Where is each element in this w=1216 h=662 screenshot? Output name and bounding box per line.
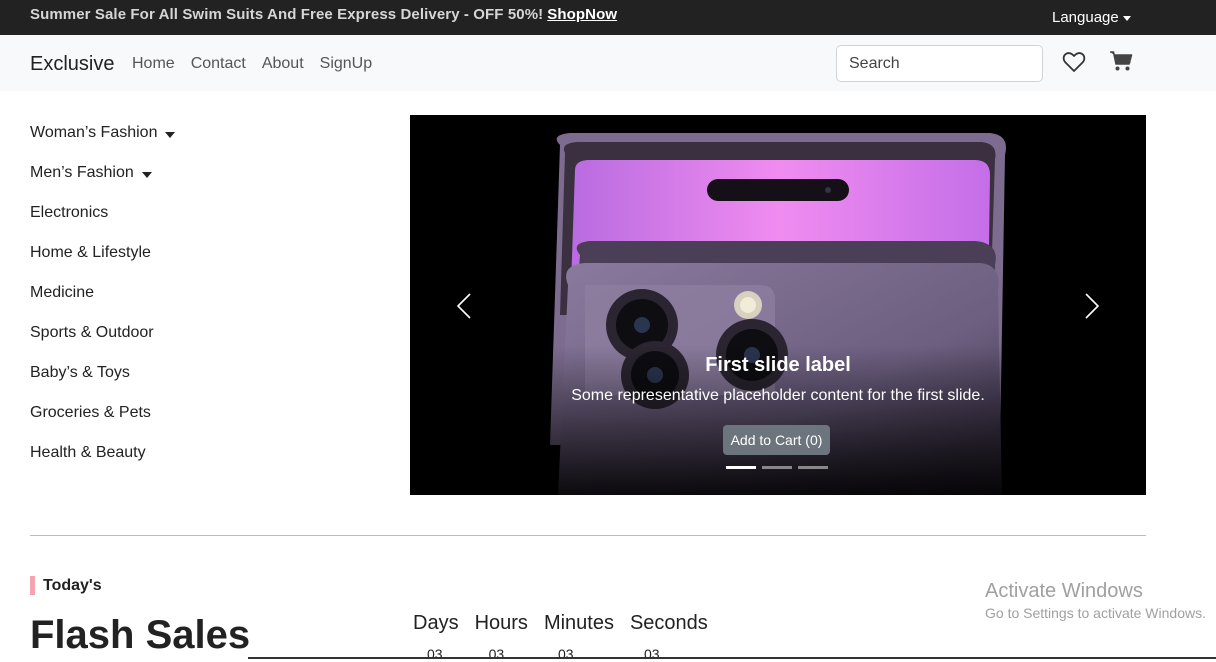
- timer-label: Days: [413, 612, 459, 634]
- nav-link-home[interactable]: Home: [132, 55, 175, 73]
- sidebar-item-label: Electronics: [30, 204, 109, 221]
- carousel-indicators: [726, 466, 828, 469]
- brand-logo[interactable]: Exclusive: [30, 53, 114, 76]
- sidebar-item-mens-fashion[interactable]: Men’s Fashion: [30, 164, 330, 204]
- caret-down-icon: [141, 172, 152, 178]
- timer-days: Days 03: [413, 612, 459, 662]
- nav-link-about[interactable]: About: [262, 55, 304, 73]
- timer-seconds: Seconds 03: [629, 612, 708, 662]
- navbar: Exclusive Home Contact About SignUp: [0, 35, 1216, 91]
- today-accent-bar: [30, 576, 35, 595]
- shop-now-link[interactable]: ShopNow: [547, 6, 617, 23]
- sidebar-item-label: Men’s Fashion: [30, 164, 134, 181]
- promo-banner: Summer Sale For All Swim Suits And Free …: [30, 6, 617, 23]
- activation-watermark-subtitle: Go to Settings to activate Windows.: [985, 605, 1206, 621]
- timer-hours: Hours 03: [474, 612, 528, 662]
- timer-minutes: Minutes 03: [543, 612, 614, 662]
- timer-value: 03: [488, 646, 505, 662]
- indicator-slide-2[interactable]: [762, 466, 792, 469]
- language-label: Language: [1052, 9, 1119, 26]
- flash-sales-title: Flash Sales: [30, 613, 251, 657]
- sidebar-item-groceries-pets[interactable]: Groceries & Pets: [30, 404, 330, 444]
- sidebar-item-sports-outdoor[interactable]: Sports & Outdoor: [30, 324, 330, 364]
- sidebar-item-health-beauty[interactable]: Health & Beauty: [30, 444, 330, 484]
- cart-icon[interactable]: [1109, 50, 1133, 72]
- search-input[interactable]: [836, 45, 1043, 82]
- chevron-left-icon[interactable]: [450, 291, 480, 321]
- category-sidebar: Woman’s Fashion Men’s Fashion Electronic…: [30, 124, 330, 484]
- caret-down-icon: [165, 132, 176, 138]
- nav-link-signup[interactable]: SignUp: [320, 55, 372, 73]
- sidebar-item-medicine[interactable]: Medicine: [30, 284, 330, 324]
- add-to-cart-button[interactable]: Add to Cart (0): [723, 425, 830, 455]
- caret-down-icon: [1122, 15, 1131, 21]
- sidebar-item-electronics[interactable]: Electronics: [30, 204, 330, 244]
- sidebar-item-label: Baby’s & Toys: [30, 364, 130, 381]
- sidebar-item-label: Sports & Outdoor: [30, 324, 154, 341]
- sidebar-item-label: Health & Beauty: [30, 444, 146, 461]
- chevron-right-icon[interactable]: [1076, 291, 1106, 321]
- timer-value: 03: [643, 646, 660, 662]
- timer-value: 03: [427, 646, 443, 662]
- nav-link-contact[interactable]: Contact: [191, 55, 246, 73]
- language-dropdown[interactable]: Language: [1052, 9, 1131, 26]
- indicator-slide-3[interactable]: [798, 466, 828, 469]
- sidebar-item-label: Woman’s Fashion: [30, 124, 158, 141]
- sidebar-item-home-lifestyle[interactable]: Home & Lifestyle: [30, 244, 330, 284]
- section-divider: [30, 535, 1146, 536]
- sidebar-item-babys-toys[interactable]: Baby’s & Toys: [30, 364, 330, 404]
- activation-watermark-title: Activate Windows: [985, 580, 1143, 602]
- sidebar-item-label: Home & Lifestyle: [30, 244, 151, 261]
- sidebar-item-label: Medicine: [30, 284, 95, 301]
- hero-carousel: First slide label Some representative pl…: [410, 115, 1146, 495]
- heart-icon[interactable]: [1062, 51, 1086, 73]
- nav-links: Home Contact About SignUp: [132, 55, 372, 73]
- indicator-slide-1[interactable]: [726, 466, 756, 469]
- today-label: Today's: [43, 577, 102, 594]
- top-banner: Summer Sale For All Swim Suits And Free …: [0, 0, 1216, 35]
- countdown-timer: Days 03 Hours 03 Minutes 03 Seconds 03: [413, 612, 724, 662]
- timer-label: Minutes: [543, 612, 614, 634]
- slide-title: First slide label: [705, 354, 851, 376]
- sidebar-item-label: Groceries & Pets: [30, 404, 151, 421]
- sidebar-item-womens-fashion[interactable]: Woman’s Fashion: [30, 124, 330, 164]
- promo-text: Summer Sale For All Swim Suits And Free …: [30, 6, 544, 23]
- timer-value: 03: [557, 646, 574, 662]
- timer-label: Seconds: [629, 612, 708, 634]
- timer-label: Hours: [474, 612, 528, 634]
- slide-description: Some representative placeholder content …: [571, 387, 985, 404]
